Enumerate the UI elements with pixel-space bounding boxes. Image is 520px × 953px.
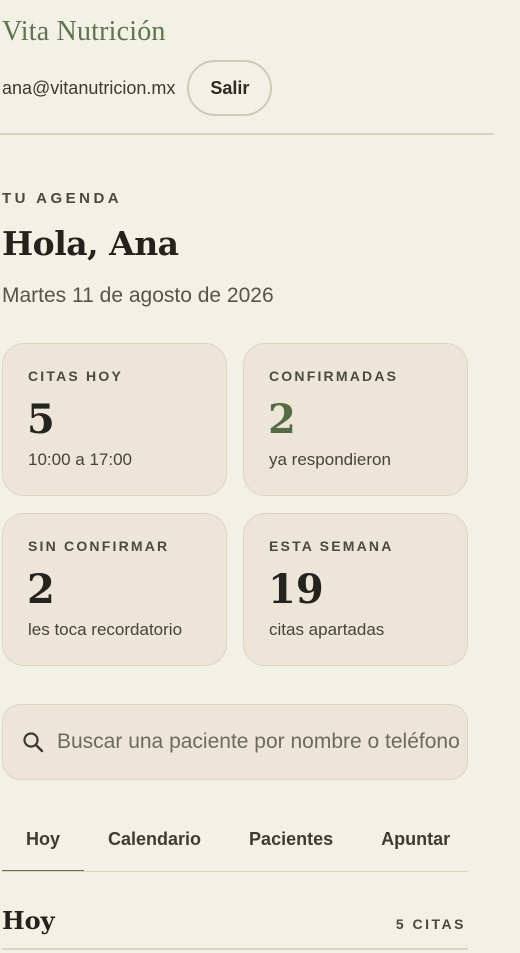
stat-label: CONFIRMADAS (269, 368, 399, 384)
stat-value: 19 (268, 566, 324, 613)
user-row: ana@vitanutricion.mx Salir (2, 60, 302, 116)
stat-value: 5 (27, 396, 55, 443)
logout-button[interactable]: Salir (187, 60, 273, 116)
stat-subtext: ya respondieron (269, 450, 391, 469)
section-title: Hoy (2, 906, 55, 935)
header-divider (0, 133, 494, 135)
tab-calendario[interactable]: Calendario (84, 806, 225, 871)
user-email: ana@vitanutricion.mx (2, 77, 176, 98)
section-divider (2, 948, 468, 950)
main-tabs: Hoy Calendario Pacientes Apuntar (2, 806, 468, 872)
stat-subtext: les toca recordatorio (28, 620, 183, 639)
stat-card-esta-semana: ESTA SEMANA 19 citas apartadas (243, 513, 468, 666)
tab-pacientes[interactable]: Pacientes (225, 806, 357, 871)
agenda-eyebrow: TU AGENDA (2, 190, 123, 207)
stat-card-citas-hoy: CITAS HOY 5 10:00 a 17:00 (2, 343, 227, 496)
search-icon (23, 732, 44, 753)
tab-hoy[interactable]: Hoy (2, 806, 85, 871)
stat-value: 2 (268, 396, 296, 443)
stat-card-sin-confirmar: SIN CONFIRMAR 2 les toca recordatorio (2, 513, 227, 666)
patient-search-input[interactable] (57, 730, 467, 754)
stat-subtext: 10:00 a 17:00 (28, 450, 132, 469)
current-date: Martes 11 de agosto de 2026 (2, 284, 274, 307)
tab-apuntar[interactable]: Apuntar (357, 806, 468, 871)
patient-search-box[interactable] (2, 704, 468, 780)
stat-label: ESTA SEMANA (269, 538, 394, 554)
stat-subtext: citas apartadas (269, 620, 385, 639)
brand-title: Vita Nutrición (2, 16, 166, 47)
appointment-count: 5 CITAS (395, 916, 466, 932)
stat-label: SIN CONFIRMAR (28, 538, 170, 554)
stat-value: 2 (27, 566, 55, 613)
greeting-title: Hola, Ana (2, 224, 179, 263)
stat-label: CITAS HOY (28, 368, 123, 384)
stat-card-confirmadas: CONFIRMADAS 2 ya respondieron (243, 343, 468, 496)
